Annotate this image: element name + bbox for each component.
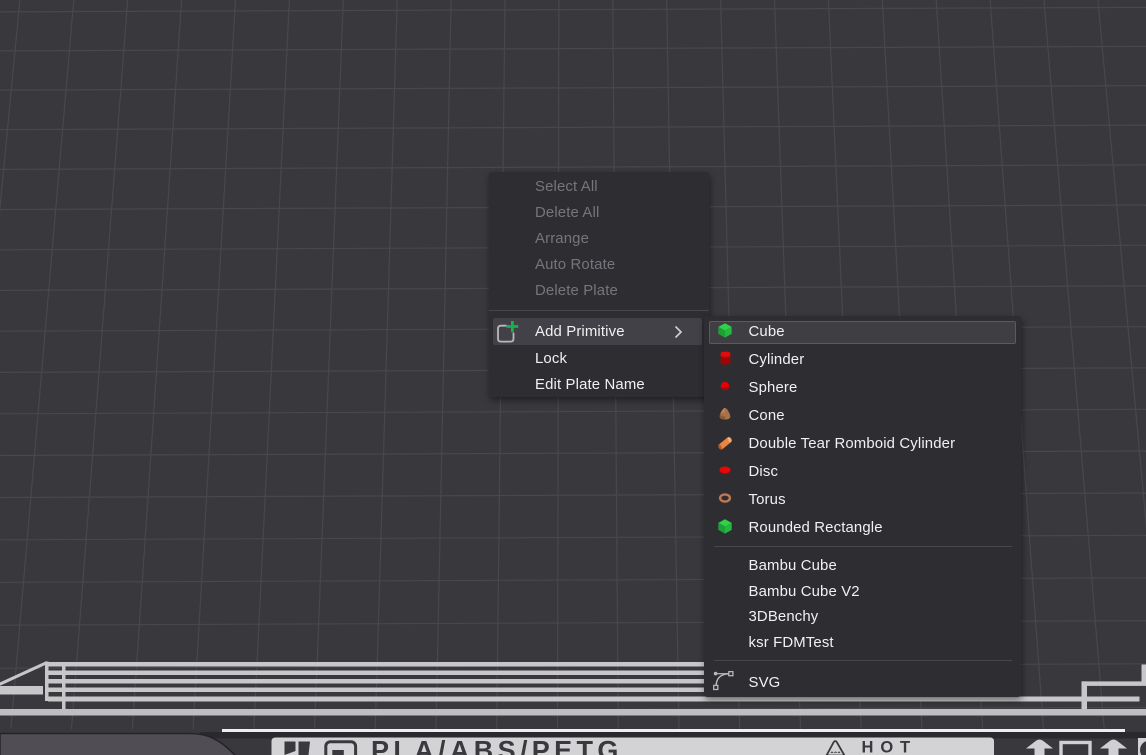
svg-text:PLA/ABS/PETG: PLA/ABS/PETG: [371, 736, 623, 755]
svg-text:HOT: HOT: [862, 739, 918, 755]
